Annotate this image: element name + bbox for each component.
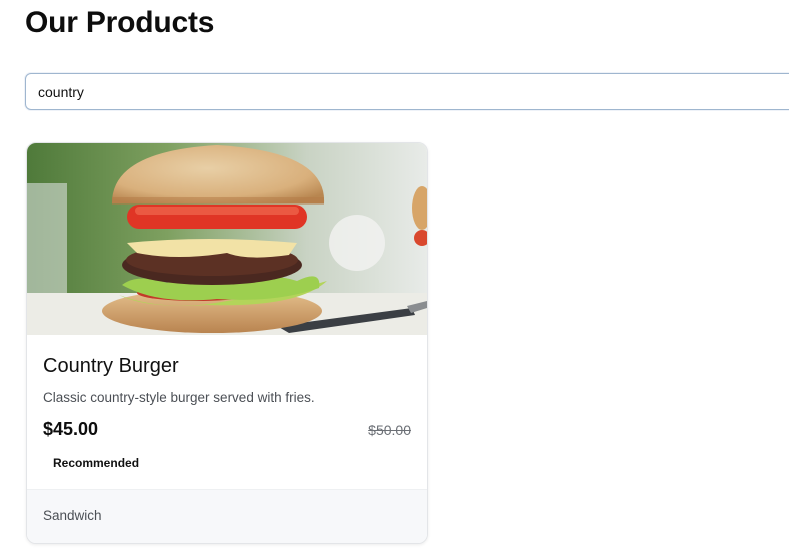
search-input[interactable] <box>25 73 789 110</box>
product-image <box>27 143 427 335</box>
product-category: Sandwich <box>43 508 102 523</box>
product-price: $45.00 <box>43 419 99 439</box>
product-name[interactable]: Country Burger <box>43 355 179 378</box>
product-card-footer: Sandwich <box>27 489 427 543</box>
product-description: Classic country-style burger served with… <box>43 390 315 405</box>
product-original-price: $50.00 <box>368 422 411 438</box>
page-title: Our Products <box>25 6 215 39</box>
recommended-badge: Recommended <box>53 456 140 470</box>
product-card[interactable]: Country Burger Classic country-style bur… <box>26 142 428 544</box>
